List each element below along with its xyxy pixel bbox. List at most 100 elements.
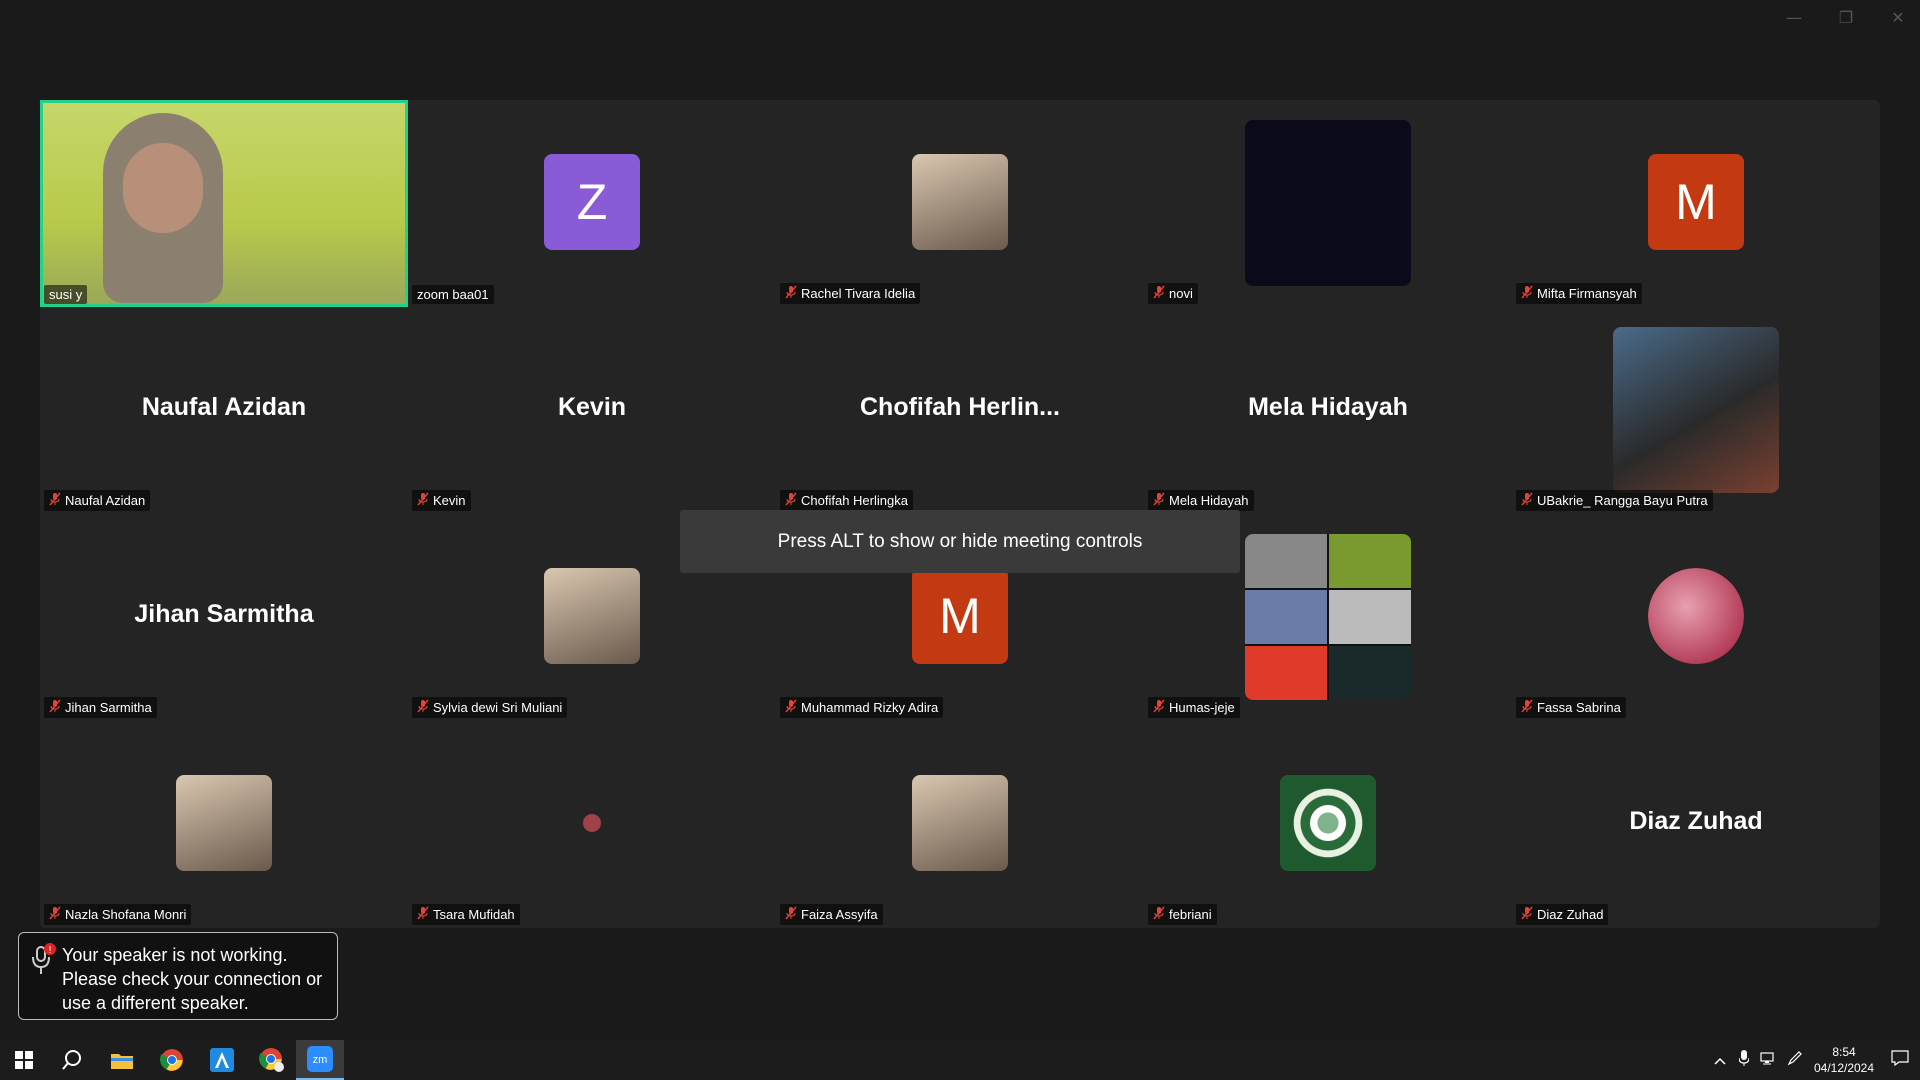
- participant-name-tag: Fassa Sabrina: [1516, 697, 1626, 718]
- hint-text: Press ALT to show or hide meeting contro…: [777, 530, 1143, 552]
- participant-name-tag: Sylvia dewi Sri Muliani: [412, 697, 568, 718]
- participant-name: Rachel Tivara Idelia: [801, 286, 916, 301]
- meeting-controls-hint: Press ALT to show or hide meeting contro…: [680, 510, 1240, 573]
- muted-mic-icon: [1521, 699, 1533, 716]
- search-icon[interactable]: [48, 1040, 96, 1080]
- participant-name: Muhammad Rizky Adira: [801, 700, 939, 715]
- muted-mic-icon: [1521, 906, 1533, 923]
- participant-name: Tsara Mufidah: [433, 907, 515, 922]
- participant-tile[interactable]: novi: [1144, 100, 1512, 307]
- participant-tile[interactable]: Nazla Shofana Monri: [40, 721, 408, 928]
- clock-date: 04/12/2024: [1813, 1061, 1875, 1075]
- participant-name: febriani: [1169, 907, 1212, 922]
- participant-name-tag: Mifta Firmansyah: [1516, 283, 1642, 304]
- pen-icon[interactable]: [1782, 1050, 1808, 1071]
- participant-name: UBakrie_ Rangga Bayu Putra: [1537, 493, 1708, 508]
- muted-mic-icon: [1521, 285, 1533, 302]
- participant-tile[interactable]: Naufal Azidan Naufal Azidan: [40, 307, 408, 514]
- microphone-icon[interactable]: [1732, 1049, 1756, 1071]
- participant-name-tag: UBakrie_ Rangga Bayu Putra: [1516, 490, 1713, 511]
- windows-start-icon[interactable]: [0, 1040, 48, 1080]
- muted-mic-icon: [49, 906, 61, 923]
- participant-tile[interactable]: M Mifta Firmansyah: [1512, 100, 1880, 307]
- participant-name-tag: susi y: [44, 285, 88, 304]
- participant-tile[interactable]: Rachel Tivara Idelia: [776, 100, 1144, 307]
- close-button[interactable]: ✕: [1886, 8, 1910, 27]
- clock[interactable]: 8:54 04/12/2024: [1808, 1044, 1880, 1076]
- participant-tile[interactable]: Jihan Sarmitha Jihan Sarmitha: [40, 514, 408, 721]
- participant-name: Humas-jeje: [1169, 700, 1235, 715]
- participant-tile[interactable]: susi y: [40, 100, 408, 307]
- muted-mic-icon: [1153, 699, 1165, 716]
- participant-avatar: [176, 774, 272, 871]
- participant-avatar: [1245, 119, 1411, 286]
- chevron-up-icon[interactable]: [1708, 1052, 1732, 1068]
- participant-avatar: [544, 567, 640, 664]
- participant-avatar: M: [1648, 153, 1744, 250]
- participant-name: susi y: [49, 287, 83, 302]
- participant-name: Jihan Sarmitha: [65, 700, 152, 715]
- participant-name-tag: febriani: [1148, 904, 1217, 925]
- svg-text:zm: zm: [313, 1054, 328, 1066]
- chrome-icon[interactable]: [148, 1040, 196, 1080]
- clock-time: 8:54: [1832, 1045, 1856, 1059]
- participant-display-name: Kevin: [557, 392, 627, 421]
- participant-display-name: Naufal Azidan: [141, 392, 307, 421]
- restore-button[interactable]: ❐: [1834, 8, 1858, 27]
- system-tray: 8:54 04/12/2024: [1708, 1040, 1920, 1080]
- muted-mic-icon: [417, 906, 429, 923]
- zoom-icon[interactable]: zm: [296, 1040, 344, 1080]
- svg-text:!: !: [49, 945, 52, 956]
- participant-name: Diaz Zuhad: [1537, 907, 1604, 922]
- participant-name: Faiza Assyifa: [801, 907, 878, 922]
- minimize-button[interactable]: —: [1782, 8, 1806, 27]
- participant-tile[interactable]: Mela Hidayah Mela Hidayah: [1144, 307, 1512, 514]
- participant-name: Naufal Azidan: [65, 493, 146, 508]
- participant-tile[interactable]: Faiza Assyifa: [776, 721, 1144, 928]
- participant-tile[interactable]: Diaz Zuhad Diaz Zuhad: [1512, 721, 1880, 928]
- muted-mic-icon: [785, 699, 797, 716]
- participant-display-name: Diaz Zuhad: [1629, 806, 1763, 835]
- avatar-initial: M: [939, 587, 981, 644]
- participant-name-tag: Mela Hidayah: [1148, 490, 1254, 511]
- participant-avatar: Z: [544, 153, 640, 250]
- muted-mic-icon: [1521, 492, 1533, 509]
- app-a-icon[interactable]: [198, 1040, 246, 1080]
- participant-name-tag: Muhammad Rizky Adira: [780, 697, 944, 718]
- participant-tile[interactable]: Fassa Sabrina: [1512, 514, 1880, 721]
- file-explorer-icon[interactable]: [98, 1040, 146, 1080]
- participant-tile[interactable]: Chofifah Herlin... Chofifah Herlingka: [776, 307, 1144, 514]
- participant-name-tag: Humas-jeje: [1148, 697, 1240, 718]
- microphone-warning-icon: !: [32, 943, 56, 974]
- participant-name-tag: Naufal Azidan: [44, 490, 151, 511]
- participant-name: Kevin: [433, 493, 466, 508]
- participant-name-tag: Tsara Mufidah: [412, 904, 520, 925]
- participant-name-tag: Diaz Zuhad: [1516, 904, 1609, 925]
- participant-tile[interactable]: Tsara Mufidah: [408, 721, 776, 928]
- muted-mic-icon: [785, 906, 797, 923]
- participant-tile[interactable]: Kevin Kevin: [408, 307, 776, 514]
- participant-tile[interactable]: febriani: [1144, 721, 1512, 928]
- chrome-profile-icon[interactable]: [248, 1040, 296, 1080]
- speaker-alert-text: Your speaker is not working. Please chec…: [62, 945, 323, 1013]
- muted-mic-icon: [49, 492, 61, 509]
- participant-name-tag: zoom baa01: [412, 285, 494, 304]
- participant-video: [43, 103, 405, 304]
- participant-name-tag: Jihan Sarmitha: [44, 697, 157, 718]
- participant-avatar: [1280, 774, 1376, 871]
- participant-name-tag: Kevin: [412, 490, 471, 511]
- muted-mic-icon: [417, 492, 429, 509]
- participant-avatar: [912, 153, 1008, 250]
- participant-avatar: [1245, 533, 1411, 700]
- participant-tile[interactable]: UBakrie_ Rangga Bayu Putra: [1512, 307, 1880, 514]
- window-controls: — ❐ ✕: [1782, 8, 1910, 27]
- participant-tile[interactable]: Zzoom baa01: [408, 100, 776, 307]
- notification-icon[interactable]: [1880, 1049, 1920, 1071]
- speaker-alert[interactable]: ! Your speaker is not working. Please ch…: [18, 932, 338, 1020]
- participant-name-tag: Chofifah Herlingka: [780, 490, 913, 511]
- participant-name: zoom baa01: [417, 287, 489, 302]
- muted-mic-icon: [1153, 906, 1165, 923]
- participant-display-name: Chofifah Herlin...: [860, 392, 1060, 421]
- participant-avatar: [912, 774, 1008, 871]
- network-icon[interactable]: [1756, 1051, 1782, 1070]
